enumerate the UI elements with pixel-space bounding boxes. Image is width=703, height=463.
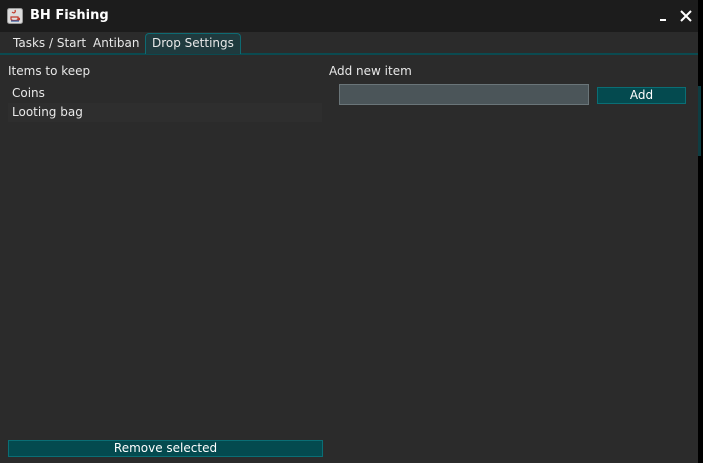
tab-bar: Tasks / Start Antiban Drop Settings xyxy=(0,32,698,55)
add-button[interactable]: Add xyxy=(597,87,686,104)
tab-tasks-start[interactable]: Tasks / Start xyxy=(7,34,92,53)
items-to-keep-list[interactable]: Coins Looting bag xyxy=(8,84,322,460)
minimize-icon[interactable] xyxy=(656,8,672,24)
tab-drop-settings[interactable]: Drop Settings xyxy=(145,33,241,54)
new-item-input[interactable] xyxy=(339,84,589,105)
add-new-item-label: Add new item xyxy=(329,64,412,78)
list-item[interactable]: Looting bag xyxy=(8,103,322,122)
remove-selected-button[interactable]: Remove selected xyxy=(8,440,323,457)
java-app-icon xyxy=(7,8,23,24)
close-icon[interactable] xyxy=(678,8,694,24)
tab-antiban[interactable]: Antiban xyxy=(87,34,145,53)
background-window-edge xyxy=(698,0,703,463)
background-window-accent xyxy=(698,86,701,156)
app-window: BH Fishing Tasks / Start Antiban Drop Se… xyxy=(0,0,698,463)
title-bar[interactable]: BH Fishing xyxy=(0,0,698,32)
drop-settings-panel: Items to keep Coins Looting bag Remove s… xyxy=(0,55,698,463)
window-title: BH Fishing xyxy=(30,8,109,23)
list-item[interactable]: Coins xyxy=(8,84,322,103)
items-to-keep-label: Items to keep xyxy=(8,64,91,78)
